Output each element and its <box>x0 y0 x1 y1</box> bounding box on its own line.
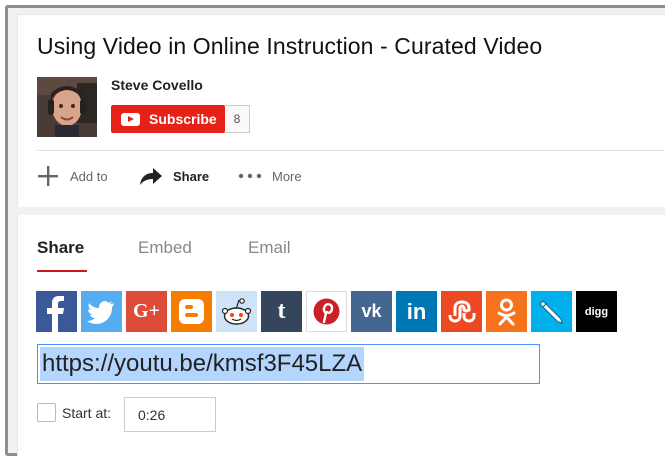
video-title: Using Video in Online Instruction - Cura… <box>37 33 543 59</box>
tumblr-icon: t <box>277 298 286 324</box>
vk-icon: vk <box>361 301 382 321</box>
divider <box>37 150 665 151</box>
share-url-input[interactable]: https://youtu.be/kmsf3F45LZA <box>37 344 540 384</box>
share-label: Share <box>173 168 210 184</box>
facebook-share-button[interactable] <box>36 291 77 332</box>
reddit-share-button[interactable] <box>216 291 257 332</box>
tumblr-share-button[interactable]: t <box>261 291 302 332</box>
stumbleupon-icon <box>448 300 476 323</box>
start-at-checkbox[interactable] <box>37 403 56 422</box>
tab-share[interactable]: Share <box>37 238 84 258</box>
plus-icon <box>38 166 58 186</box>
twitter-icon <box>87 301 114 324</box>
facebook-icon <box>47 296 64 332</box>
add-to-label: Add to <box>70 168 108 184</box>
subscribe-label: Subscribe <box>149 111 217 127</box>
vk-share-button[interactable]: vk <box>351 291 392 332</box>
tab-email[interactable]: Email <box>248 238 291 258</box>
active-tab-indicator <box>37 270 87 272</box>
more-label: More <box>272 168 302 184</box>
youtube-logo-icon <box>121 112 140 126</box>
share-arrow-icon <box>140 168 162 185</box>
linkedin-icon: in <box>406 298 427 324</box>
pinterest-icon <box>313 298 340 325</box>
google-plus-icon: G+ <box>133 300 160 322</box>
channel-avatar[interactable] <box>37 77 97 137</box>
start-at-time-input[interactable]: 0:26 <box>124 397 216 432</box>
start-at-label: Start at: <box>62 405 112 421</box>
livejournal-icon <box>539 300 563 324</box>
subscriber-count: 8 <box>225 105 250 133</box>
odnoklassniki-icon <box>497 298 516 326</box>
channel-name[interactable]: Steve Covello <box>111 77 203 93</box>
odnoklassniki-share-button[interactable] <box>486 291 527 332</box>
google-plus-share-button[interactable]: G+ <box>126 291 167 332</box>
more-dots-icon <box>238 173 262 179</box>
share-panel <box>17 215 665 456</box>
pinterest-share-button[interactable] <box>306 291 347 332</box>
share-url-text: https://youtu.be/kmsf3F45LZA <box>40 347 365 381</box>
more-button[interactable]: More <box>238 164 302 188</box>
linkedin-share-button[interactable]: in <box>396 291 437 332</box>
subscribe-button[interactable]: Subscribe <box>111 105 225 133</box>
share-button[interactable]: Share <box>139 164 209 188</box>
twitter-share-button[interactable] <box>81 291 122 332</box>
tab-embed[interactable]: Embed <box>138 238 192 258</box>
blogger-share-button[interactable] <box>171 291 212 332</box>
blogger-icon <box>179 299 204 324</box>
reddit-icon <box>221 298 252 325</box>
livejournal-share-button[interactable] <box>531 291 572 332</box>
digg-share-button[interactable]: digg <box>576 291 617 332</box>
digg-icon: digg <box>584 305 609 318</box>
stumbleupon-share-button[interactable] <box>441 291 482 332</box>
add-to-button[interactable]: Add to <box>37 164 108 188</box>
